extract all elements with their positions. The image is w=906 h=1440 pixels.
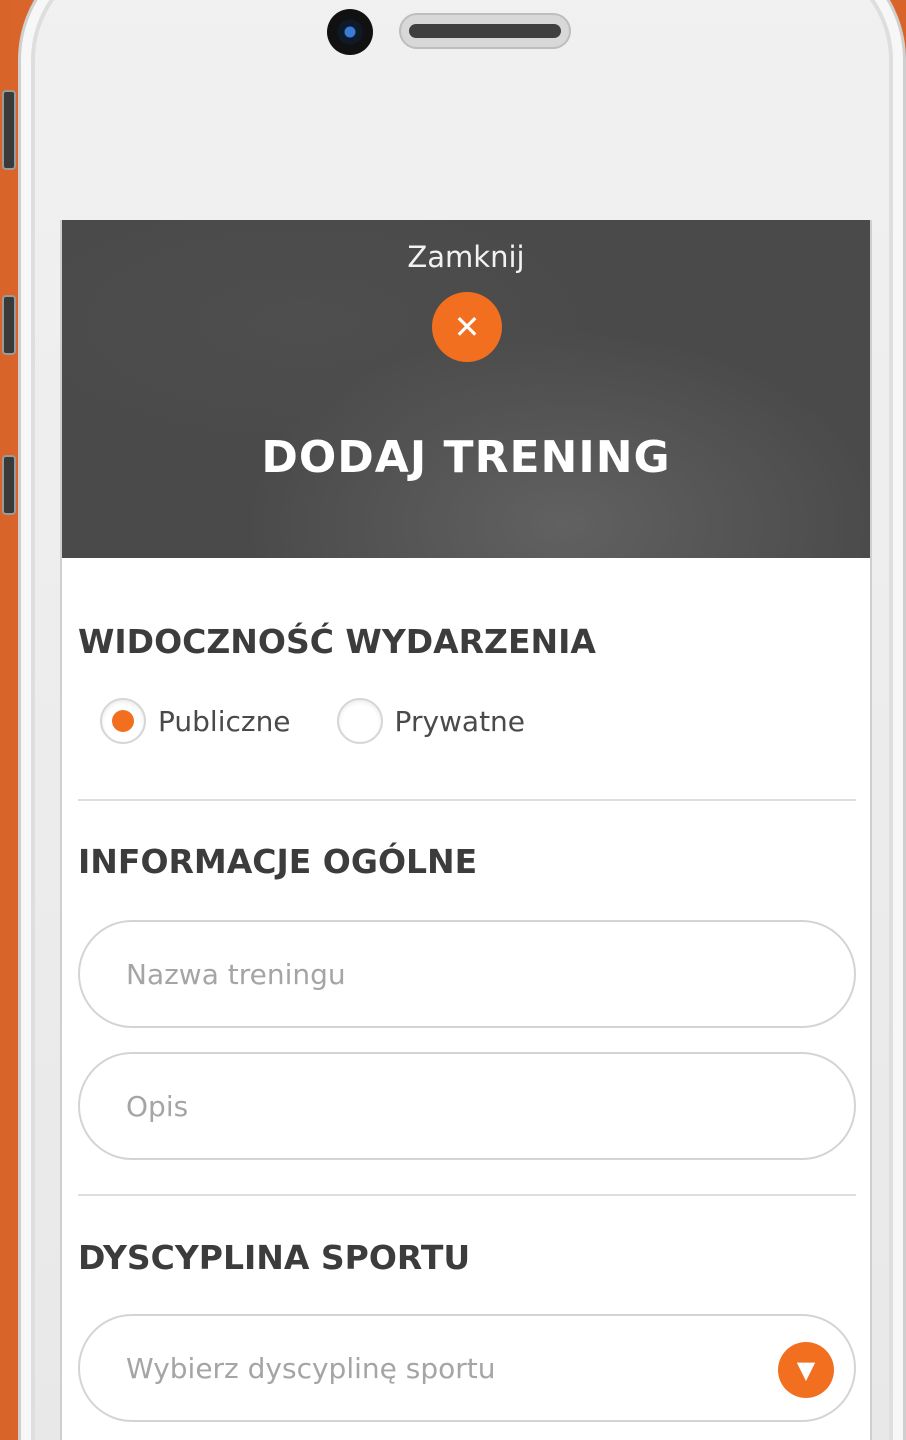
radio-private-label: Prywatne — [394, 704, 526, 738]
app-screen: Zamknij ✕ DODAJ TRENING WIDOCZNOŚĆ WYDAR… — [60, 220, 872, 1440]
description-input[interactable] — [78, 1052, 856, 1160]
phone-volume-up-button — [2, 295, 16, 355]
general-section-title: INFORMACJE OGÓLNE — [78, 842, 478, 881]
section-divider — [78, 1194, 856, 1196]
radio-private-indicator[interactable] — [336, 698, 383, 744]
close-icon: ✕ — [453, 308, 481, 346]
radio-private[interactable]: Prywatne — [336, 698, 526, 744]
speaker-grille — [399, 13, 571, 49]
visibility-section-title: WIDOCZNOŚĆ WYDARZENIA — [78, 622, 596, 661]
sport-section-title: DYSCYPLINA SPORTU — [78, 1238, 471, 1277]
section-divider — [78, 799, 856, 801]
camera-icon — [327, 9, 373, 55]
chevron-down-icon[interactable]: ▼ — [778, 1342, 834, 1398]
radio-public-indicator[interactable] — [100, 698, 146, 744]
radio-public-label: Publiczne — [158, 704, 291, 738]
header-hero: Zamknij ✕ DODAJ TRENING — [62, 220, 870, 558]
training-name-input[interactable] — [78, 920, 856, 1028]
phone-volume-down-button — [2, 455, 16, 515]
visibility-radio-group: Publiczne Prywatne — [100, 698, 571, 744]
dropdown-arrow-glyph: ▼ — [796, 1356, 816, 1384]
radio-public[interactable]: Publiczne — [100, 698, 291, 744]
phone-side-button — [2, 90, 16, 170]
page-title: DODAJ TRENING — [261, 432, 671, 483]
sport-discipline-select[interactable]: Wybierz dyscyplinę sportu ▼ — [78, 1314, 856, 1422]
close-button[interactable]: ✕ — [432, 292, 502, 362]
sport-select-placeholder: Wybierz dyscyplinę sportu — [126, 1351, 496, 1385]
close-label[interactable]: Zamknij — [62, 240, 870, 274]
